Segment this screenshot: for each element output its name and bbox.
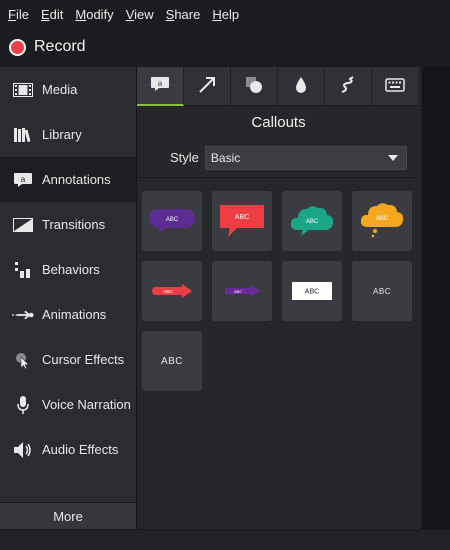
sidebar-item-media[interactable]: Media	[0, 67, 136, 112]
record-icon[interactable]	[9, 38, 26, 56]
sidebar-item-label: Library	[42, 127, 82, 142]
callout-tile-thought-cloud[interactable]: ABC	[352, 191, 412, 251]
speaker-icon	[12, 441, 34, 459]
tab-shapes[interactable]	[231, 67, 278, 106]
sidebar-item-transitions[interactable]: Transitions	[0, 202, 136, 247]
sidebar-item-cursor-effects[interactable]: Cursor Effects	[0, 337, 136, 382]
behaviors-icon	[12, 261, 34, 279]
arrow-callout-icon: ABC	[225, 285, 260, 297]
callout-sample-text: ABC	[376, 216, 389, 222]
menu-edit[interactable]: Edit	[37, 7, 67, 22]
sidebar-item-label: Annotations	[42, 172, 111, 187]
tab-arrows[interactable]	[184, 67, 231, 106]
tab-keystroke[interactable]	[372, 67, 419, 106]
callout-sample-text: ABC	[163, 289, 173, 294]
arrow-tab-icon	[198, 76, 216, 97]
callout-sample-text: ABC	[166, 217, 179, 223]
sidebar-item-label: Voice Narration	[42, 397, 131, 412]
rect-callout-icon: ABC	[220, 205, 264, 237]
speech-bubble-callout-icon: ABC	[149, 209, 195, 234]
record-button[interactable]: Record	[34, 38, 86, 56]
callout-tile-arrow-purple[interactable]: ABC	[212, 261, 272, 321]
svg-text:a: a	[158, 79, 163, 88]
cursor-effects-icon	[12, 351, 34, 369]
menu-view[interactable]: View	[122, 7, 158, 22]
menu-bar: File Edit Modify View Share Help	[0, 0, 450, 28]
arrow-callout-icon: ABC	[152, 284, 192, 298]
cloud-callout-icon: ABC	[290, 206, 334, 236]
annotation-type-tabs: a	[137, 67, 420, 106]
box-callout-icon: ABC	[292, 282, 332, 300]
film-strip-icon	[12, 81, 34, 99]
sidebar-item-audio-effects[interactable]: Audio Effects	[0, 427, 136, 472]
sidebar-item-annotations[interactable]: a Annotations	[0, 157, 136, 202]
callout-tile-cloud[interactable]: ABC	[282, 191, 342, 251]
callouts-tab-icon: a	[150, 76, 170, 95]
sidebar-item-voice-narration[interactable]: Voice Narration	[0, 382, 136, 427]
callout-sample-text: ABC	[373, 286, 391, 296]
callout-tile-rect[interactable]: ABC	[212, 191, 272, 251]
callout-tile-text[interactable]: ABC	[352, 261, 412, 321]
sidebar-item-label: Transitions	[42, 217, 106, 232]
sidebar: Media Library a Annotations Transitions …	[0, 67, 137, 529]
menu-modify[interactable]: Modify	[71, 7, 117, 22]
sidebar-item-label: Audio Effects	[42, 442, 119, 457]
canvas-edge	[420, 67, 450, 529]
sketch-tab-icon	[339, 76, 357, 97]
svg-text:a: a	[21, 175, 26, 184]
bottom-bar	[0, 529, 450, 550]
callout-sample-text: ABC	[160, 355, 184, 367]
sidebar-item-behaviors[interactable]: Behaviors	[0, 247, 136, 292]
callout-gallery: ABC ABC ABC ABC ABC ABC ABC ABC ABC	[142, 191, 412, 391]
tab-sketch[interactable]	[325, 67, 372, 106]
record-bar: Record	[0, 28, 450, 66]
callout-sample-text: ABC	[235, 214, 249, 221]
blur-tab-icon	[294, 76, 308, 97]
callout-sample-text: ABC	[306, 219, 319, 225]
callout-sample-text: ABC	[305, 289, 319, 296]
shape-tab-icon	[245, 76, 263, 97]
menu-file[interactable]: File	[4, 7, 33, 22]
callout-tile-arrow-red[interactable]: ABC	[142, 261, 202, 321]
thought-cloud-callout-icon: ABC	[360, 203, 404, 238]
tab-callouts[interactable]: a	[137, 67, 184, 106]
books-icon	[12, 126, 34, 144]
sidebar-item-label: Behaviors	[42, 262, 100, 277]
style-dropdown[interactable]: Basic	[204, 145, 407, 170]
style-value: Basic	[210, 150, 241, 165]
panel-title: Callouts	[137, 106, 420, 138]
microphone-icon	[12, 395, 34, 414]
callout-tile-speech-bubble[interactable]: ABC	[142, 191, 202, 251]
animation-arrow-icon	[12, 306, 34, 324]
more-button[interactable]: More	[0, 502, 136, 529]
annotations-panel: a Callouts Style Basic ABC ABC ABC ABC A…	[137, 67, 420, 529]
menu-help[interactable]: Help	[208, 7, 243, 22]
style-row: Style Basic	[137, 138, 420, 178]
sidebar-item-animations[interactable]: Animations	[0, 292, 136, 337]
chevron-down-icon	[387, 154, 398, 161]
transition-icon	[12, 216, 34, 234]
keyboard-tab-icon	[385, 78, 405, 95]
callout-sample-text: ABC	[234, 289, 242, 294]
callout-icon: a	[12, 171, 34, 189]
callout-tile-box[interactable]: ABC	[282, 261, 342, 321]
sidebar-item-label: Animations	[42, 307, 107, 322]
sidebar-item-label: Cursor Effects	[42, 352, 125, 367]
menu-share[interactable]: Share	[162, 7, 205, 22]
tab-blur[interactable]	[278, 67, 325, 106]
sidebar-item-label: Media	[42, 82, 78, 97]
canvas-area	[422, 67, 450, 529]
sidebar-item-library[interactable]: Library	[0, 112, 136, 157]
callout-tile-text-large[interactable]: ABC	[142, 331, 202, 391]
style-label: Style	[170, 150, 199, 165]
